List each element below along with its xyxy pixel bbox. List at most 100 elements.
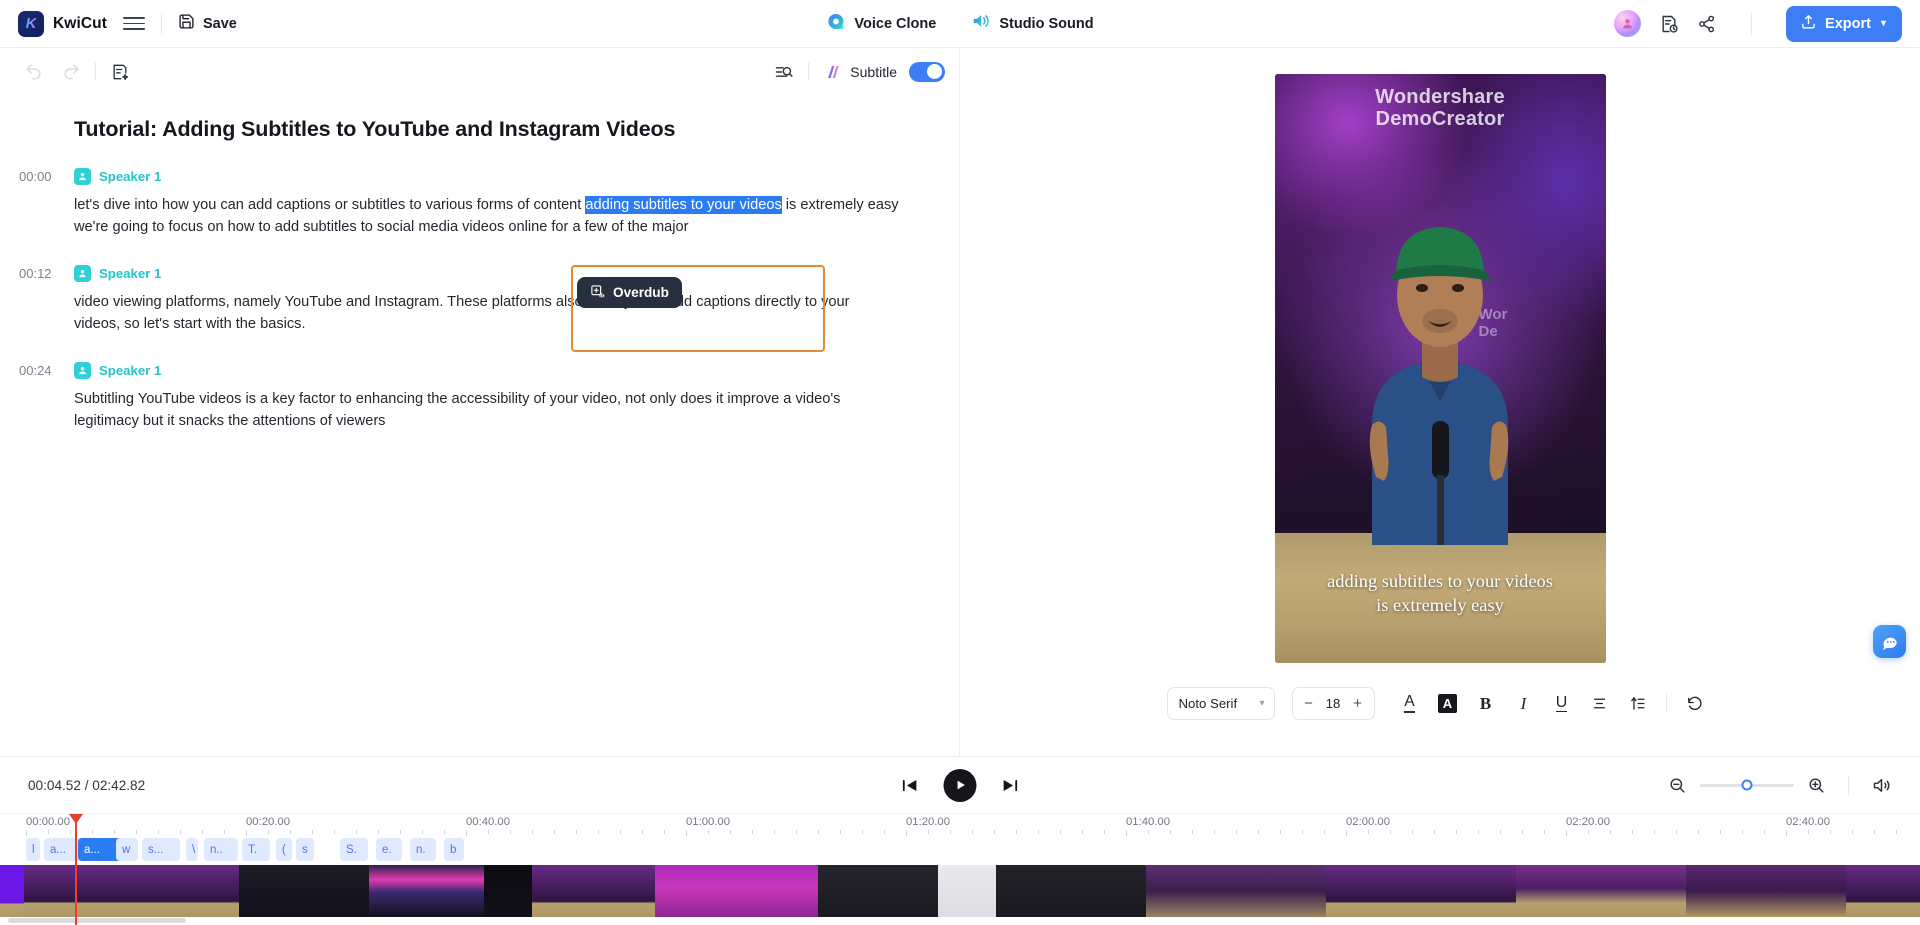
text-color-button[interactable]: A: [1391, 687, 1429, 720]
filmstrip-thumbnail[interactable]: [484, 865, 532, 917]
upload-icon: [1800, 13, 1817, 34]
subtitle-clip[interactable]: e.: [376, 838, 402, 861]
playhead[interactable]: [69, 814, 83, 925]
chevron-down-icon: ▾: [1259, 698, 1265, 709]
subtitle-clip[interactable]: l: [26, 838, 40, 861]
filmstrip-thumbnail[interactable]: [655, 865, 818, 917]
filmstrip-thumbnail[interactable]: [1686, 865, 1846, 917]
subtitle-clip-track[interactable]: l a... a... w s... \ n.. T.(s S. e. n. b: [0, 834, 1920, 865]
previous-frame-icon[interactable]: [901, 776, 920, 795]
user-avatar[interactable]: [1614, 10, 1642, 37]
total-time: 02:42.82: [92, 777, 146, 793]
reset-icon[interactable]: [1676, 687, 1714, 720]
redo-icon[interactable]: [62, 62, 81, 81]
format-divider: [1665, 694, 1667, 713]
share-nodes-icon[interactable]: [1697, 14, 1717, 34]
subtitle-clip[interactable]: S.: [340, 838, 368, 861]
speaker-row[interactable]: Speaker 1: [74, 362, 899, 380]
subtitle-toggle[interactable]: [909, 61, 945, 82]
filmstrip-thumbnail[interactable]: [532, 865, 655, 917]
overdub-button[interactable]: Overdub: [577, 277, 682, 308]
ruler-label: 00:40.00: [466, 816, 510, 828]
filmstrip-thumbnail[interactable]: [369, 865, 484, 917]
subtitle-clip[interactable]: (: [276, 838, 292, 861]
play-icon[interactable]: [943, 768, 977, 802]
filmstrip-thumbnail[interactable]: [1326, 865, 1516, 917]
ruler-label: 00:00.00: [26, 816, 70, 828]
zoom-in-icon[interactable]: [1807, 776, 1826, 795]
app-brand-name: KwiCut: [53, 14, 107, 32]
filmstrip-thumbnail[interactable]: [239, 865, 369, 917]
paragraph-text[interactable]: Subtitling YouTube videos is a key facto…: [74, 389, 899, 432]
italic-button[interactable]: I: [1505, 687, 1543, 720]
timeline-scrollbar-thumb[interactable]: [8, 918, 186, 923]
chat-bubble-icon[interactable]: [1873, 625, 1906, 658]
underline-label: U: [1555, 693, 1568, 713]
zoom-slider[interactable]: [1700, 779, 1794, 791]
filmstrip-thumbnail[interactable]: [1146, 865, 1326, 917]
hamburger-icon[interactable]: [122, 17, 145, 30]
zoom-slider-handle[interactable]: [1741, 779, 1753, 791]
next-frame-icon[interactable]: [1001, 776, 1020, 795]
filmstrip-thumbnail[interactable]: [1846, 865, 1920, 917]
paragraph-timestamp[interactable]: 00:12: [19, 266, 52, 281]
filmstrip-thumbnail[interactable]: [0, 865, 24, 917]
subtitle-clip[interactable]: n.: [410, 838, 436, 861]
paragraph-text[interactable]: let's dive into how you can add captions…: [74, 195, 899, 238]
volume-icon[interactable]: [1871, 775, 1892, 796]
subtitle-clip[interactable]: \: [186, 838, 198, 861]
highlight-color-button[interactable]: A: [1429, 687, 1467, 720]
ruler-label: 01:20.00: [906, 816, 950, 828]
ai-magic-icon[interactable]: [823, 63, 841, 81]
transcript-content[interactable]: Tutorial: Adding Subtitles to YouTube an…: [0, 95, 959, 756]
font-size-decrease-button[interactable]: −: [1302, 695, 1316, 712]
video-preview[interactable]: Wondershare DemoCreator Wor De adding su…: [1274, 74, 1606, 663]
font-size-stepper[interactable]: − 18 +: [1291, 687, 1375, 720]
font-family-select[interactable]: Noto Serif ▾: [1166, 687, 1275, 720]
search-text-icon[interactable]: [774, 62, 794, 82]
playhead-handle[interactable]: [69, 814, 83, 824]
filmstrip-thumbnail[interactable]: [818, 865, 938, 917]
align-center-icon[interactable]: [1581, 687, 1619, 720]
studio-sound-button[interactable]: Studio Sound: [970, 11, 1094, 36]
filmstrip-thumbnail[interactable]: [996, 865, 1146, 917]
filmstrip-thumbnail[interactable]: [1516, 865, 1686, 917]
underline-button[interactable]: U: [1543, 687, 1581, 720]
zoom-out-icon[interactable]: [1668, 776, 1687, 795]
app-logo-icon: K: [18, 10, 44, 37]
paragraph-timestamp[interactable]: 00:00: [19, 169, 52, 184]
document-clock-icon[interactable]: [1659, 14, 1679, 34]
bold-button[interactable]: B: [1467, 687, 1505, 720]
subtitle-clip[interactable]: b: [444, 838, 464, 861]
font-size-increase-button[interactable]: +: [1350, 695, 1364, 712]
subtitle-clip[interactable]: s: [296, 838, 314, 861]
filmstrip-thumbnail[interactable]: [24, 865, 239, 917]
speaker-avatar-icon: [74, 362, 91, 380]
export-button[interactable]: Export ▾: [1786, 5, 1902, 42]
speaker-row[interactable]: Speaker 1: [74, 168, 899, 185]
voice-clone-label: Voice Clone: [854, 15, 937, 32]
voice-clone-button[interactable]: Voice Clone: [826, 12, 936, 36]
save-button[interactable]: Save: [178, 13, 237, 35]
timeline-ruler[interactable]: 00:00.00 00:20.00 00:40.00 01:00.00 01:20.00…: [0, 813, 1920, 925]
ruler-label: 02:20.00: [1566, 816, 1610, 828]
line-height-icon[interactable]: [1619, 687, 1657, 720]
speaker-avatar-icon: [74, 168, 91, 185]
subtitle-clip[interactable]: n..: [204, 838, 238, 861]
subtitle-clip[interactable]: w: [116, 838, 138, 861]
filmstrip-thumbnail[interactable]: [938, 865, 996, 917]
subtitle-clip[interactable]: s...: [142, 838, 180, 861]
text-color-label: A: [1404, 694, 1415, 713]
paragraph-text[interactable]: video viewing platforms, namely YouTube …: [74, 292, 899, 335]
subtitle-clip[interactable]: T.: [242, 838, 270, 861]
main-body: Subtitle Tutorial: Adding Subtitles to Y…: [0, 48, 1920, 756]
timeline-scrollbar[interactable]: [0, 917, 1920, 925]
toolbar-divider: [160, 12, 162, 35]
selected-text[interactable]: adding subtitles to your videos: [585, 196, 782, 214]
video-filmstrip-track[interactable]: [0, 865, 1920, 917]
document-sparkle-icon[interactable]: [110, 62, 130, 82]
paragraph-timestamp[interactable]: 00:24: [19, 363, 52, 378]
caption-line1: adding subtitles to your videos: [1327, 571, 1553, 592]
speaker-row[interactable]: Speaker 1: [74, 265, 899, 283]
undo-icon[interactable]: [24, 62, 43, 81]
